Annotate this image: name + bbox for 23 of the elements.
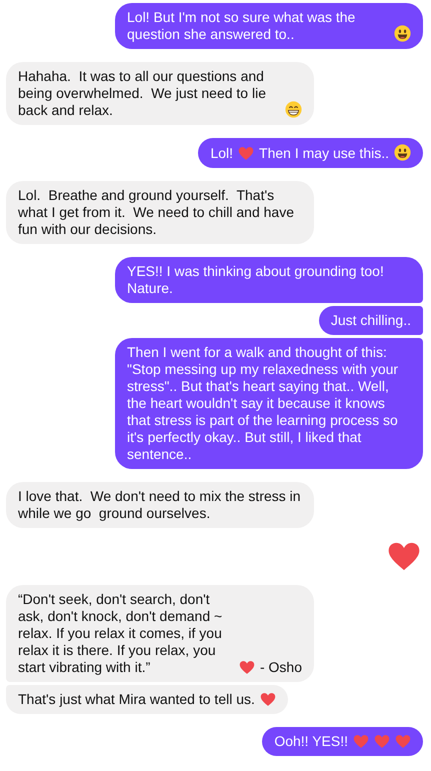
message-text: I love that. We don't need to mix the stress in while we go ground ourselves. (18, 488, 302, 522)
smiley-icon (394, 144, 411, 161)
grinning-face-icon (285, 101, 302, 118)
message-text: “Don't seek, don't search, don't ask, don't knock, don't demand ~ relax. If you relax it comes, if you relax it is there. If you relax, you start vibrating with it.” (18, 591, 224, 676)
message-text: Hahaha. It was to all our questions and being overwhelmed. We just need to lie back and relax. (18, 68, 267, 119)
message-text: Lol. Breathe and ground yourself. That's what I get from it. We need to chill and have fun with our decisions. (18, 187, 296, 238)
message-text: - Osho (260, 659, 302, 676)
heart-icon (353, 734, 369, 749)
heart-icon (238, 660, 255, 675)
heart-icon (238, 146, 254, 161)
message-text: Ooh!! YES!! (274, 733, 348, 750)
message-text: YES!! I was thinking about grounding too! Nature. (127, 263, 385, 297)
heart-icon (374, 734, 390, 749)
heart-icon (395, 734, 411, 749)
message-text: Then I went for a walk and thought of this: "Stop messing up my relaxedness with your stress".. But that's heart saying that.. Well, the heart wouldn't say it because it knows that stress is part of the learning process so it's perfectly okay.. But still, I liked that sentence.. (127, 344, 400, 463)
heart-icon (387, 541, 421, 572)
message-text: That's just what Mira wanted to tell us. (18, 691, 255, 708)
message-text: Then I may use this.. (259, 145, 389, 162)
smiley-icon (394, 25, 411, 42)
heart-icon (260, 692, 276, 707)
message-text: Just chilling.. (330, 312, 411, 329)
message-text: Lol! (210, 145, 234, 162)
message-text: Lol! But I'm not so sure what was the question she answered to.. (127, 9, 356, 43)
